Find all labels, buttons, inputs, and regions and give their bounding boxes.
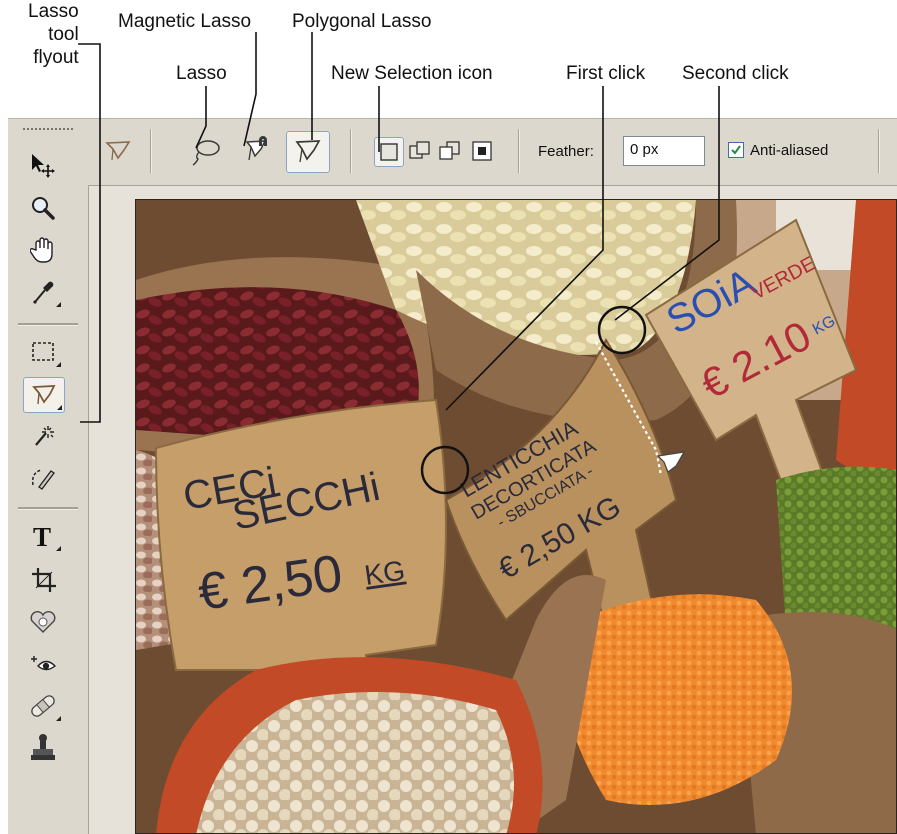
svg-text:T: T — [33, 522, 51, 550]
quick-selection-icon — [31, 469, 55, 490]
callout-flyout-line-2: tool — [48, 24, 79, 45]
callout-flyout-line-1: Lasso — [28, 1, 79, 22]
add-to-selection-icon — [409, 141, 430, 159]
new-selection-icon — [380, 143, 398, 161]
healing-icon — [30, 611, 56, 633]
magic-wand-tool-button[interactable] — [23, 419, 63, 453]
options-bar: Feather: 0 px Anti-aliased — [88, 119, 897, 186]
callout-flyout-line-3: flyout — [33, 47, 79, 68]
toolbox-grip[interactable] — [22, 127, 74, 131]
lasso-tool-flyout-button[interactable] — [23, 377, 65, 413]
callout-lasso: Lasso — [176, 63, 227, 84]
magnetic-lasso-icon — [245, 136, 267, 161]
healing-tool-button[interactable] — [23, 605, 63, 639]
marquee-tool-button[interactable] — [23, 335, 63, 369]
callout-second-click: Second click — [682, 63, 789, 84]
toolbox-divider — [18, 507, 78, 510]
toolbox: T — [8, 119, 89, 834]
magnetic-lasso-tool-option[interactable] — [238, 133, 276, 169]
tool-preset-picker[interactable] — [100, 133, 136, 169]
clone-stamp-tool-button[interactable] — [23, 731, 63, 765]
sign-1-line-4: KG — [363, 555, 407, 591]
callout-magnetic-lasso: Magnetic Lasso — [118, 11, 252, 32]
eyedropper-tool-button[interactable] — [23, 275, 63, 309]
options-separator — [878, 129, 880, 173]
type-tool-button[interactable]: T — [23, 519, 63, 553]
eyedropper-icon — [33, 281, 54, 304]
checkmark-icon — [731, 145, 741, 155]
hand-icon — [30, 237, 53, 263]
zoom-tool-button[interactable] — [23, 191, 63, 225]
callout-new-selection-icon: New Selection icon — [331, 63, 493, 84]
polygonal-lasso-tool-option[interactable] — [286, 131, 330, 173]
intersect-selection-icon — [472, 141, 492, 161]
magic-wand-icon — [35, 426, 54, 446]
photoshop-window: T Feather: 0 px Anti-aliased CECi SECCHi… — [8, 118, 897, 834]
flyout-indicator — [57, 405, 62, 410]
document-canvas[interactable]: CECi SECCHi € 2,50 KG LENTICCHIA DECORTI… — [135, 199, 897, 834]
quick-selection-tool-button[interactable] — [23, 461, 63, 495]
anti-aliased-label: Anti-aliased — [750, 142, 829, 159]
lasso-icon — [192, 140, 220, 166]
flyout-indicator — [56, 716, 61, 721]
move-tool-button[interactable] — [23, 147, 63, 181]
stamp-icon — [31, 734, 55, 760]
subtract-from-selection-icon — [439, 141, 460, 160]
flyout-indicator — [56, 546, 61, 551]
crop-icon — [32, 568, 56, 592]
lasso-tool-option[interactable] — [188, 135, 224, 169]
marquee-icon — [32, 342, 54, 361]
subtract-from-selection-button[interactable] — [436, 137, 464, 165]
market-photo: CECi SECCHi € 2,50 KG LENTICCHIA DECORTI… — [136, 200, 896, 833]
flyout-indicator — [56, 302, 61, 307]
intersect-selection-button[interactable] — [468, 137, 496, 165]
callout-polygonal-lasso: Polygonal Lasso — [292, 11, 432, 32]
polygonal-lasso-icon — [32, 385, 56, 405]
type-icon: T — [33, 522, 51, 550]
anti-aliased-checkbox[interactable] — [728, 142, 744, 158]
red-eye-icon — [31, 656, 57, 671]
document-area: CECi SECCHi € 2,50 KG LENTICCHIA DECORTI… — [89, 186, 897, 834]
new-selection-button[interactable] — [374, 137, 404, 167]
feather-label: Feather: — [538, 143, 594, 160]
options-separator — [350, 129, 352, 173]
move-icon — [32, 154, 55, 178]
crop-tool-button[interactable] — [23, 563, 63, 597]
bandage-tool-button[interactable] — [23, 689, 63, 723]
bandage-icon — [31, 695, 55, 717]
feather-input[interactable]: 0 px — [623, 136, 705, 166]
options-separator — [150, 129, 152, 173]
hand-tool-button[interactable] — [23, 233, 63, 267]
callout-first-click: First click — [566, 63, 646, 84]
callout-lasso-tool-flyout: Lasso tool flyout — [28, 0, 79, 69]
flyout-indicator — [56, 362, 61, 367]
red-eye-tool-button[interactable] — [23, 647, 63, 681]
zoom-icon — [32, 197, 55, 220]
options-separator — [518, 129, 520, 173]
toolbox-divider — [18, 323, 78, 326]
add-to-selection-button[interactable] — [406, 137, 434, 165]
polygonal-lasso-icon — [105, 141, 131, 161]
polygonal-lasso-icon — [295, 140, 321, 163]
